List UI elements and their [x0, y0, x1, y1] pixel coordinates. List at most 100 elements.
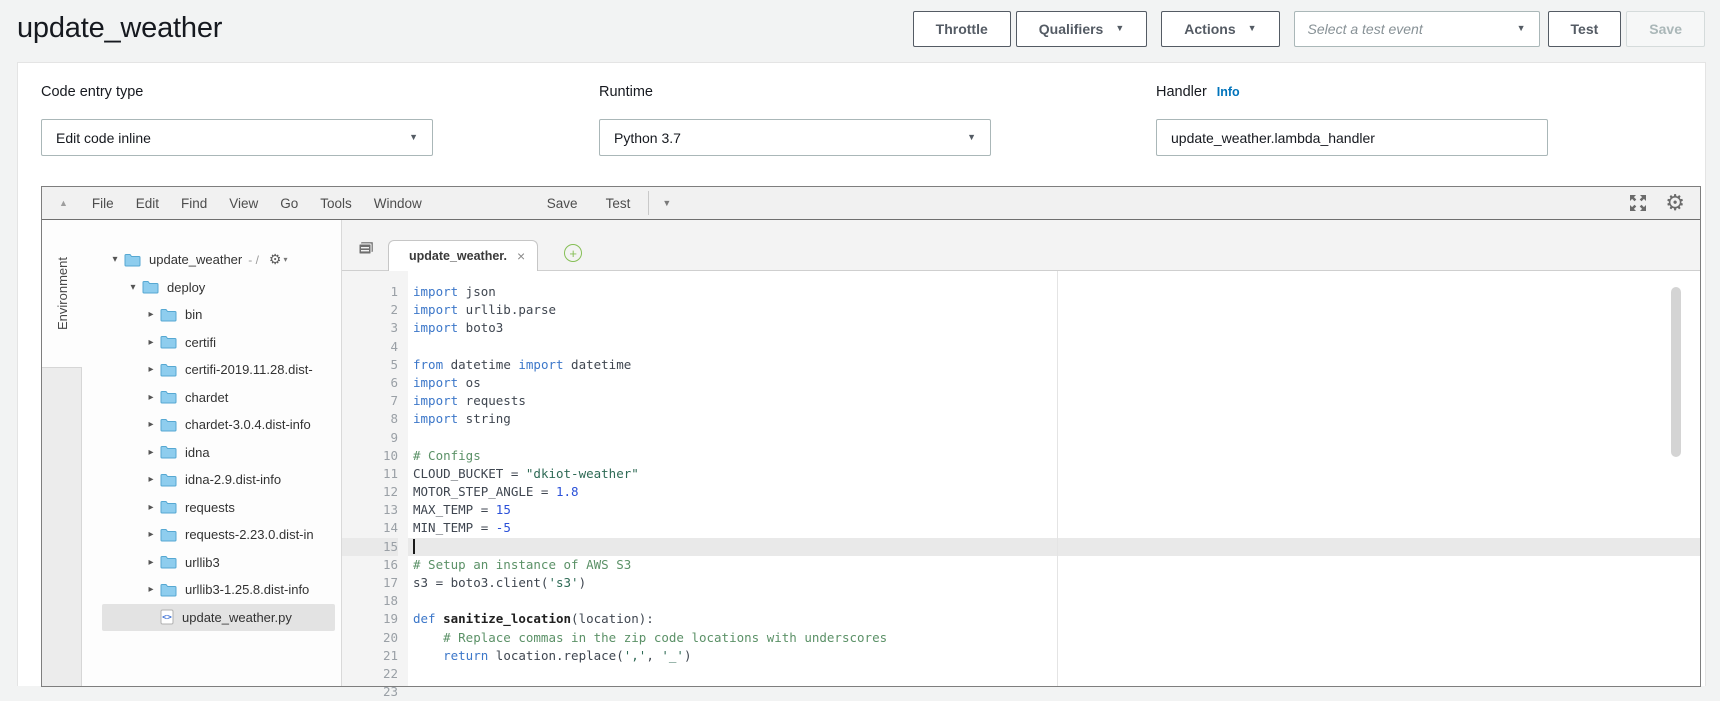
code-line-7[interactable]: import requests [408, 392, 1700, 410]
tree-closed-caret-icon[interactable]: ▸ [144, 584, 158, 595]
menu-edit[interactable]: Edit [125, 196, 170, 211]
tree-closed-caret-icon[interactable]: ▸ [144, 337, 158, 348]
tree-item-deploy[interactable]: ▾ deploy [82, 274, 341, 302]
tree-item-bin[interactable]: ▸bin [82, 301, 341, 329]
tree-open-caret-icon[interactable]: ▾ [108, 254, 122, 265]
line-number: 22 [342, 665, 398, 683]
runtime-select[interactable]: Python 3.7 ▼ [599, 119, 991, 156]
tree-item-update-weather-py[interactable]: <>update_weather.py [102, 604, 335, 632]
code-line-6[interactable]: import os [408, 374, 1700, 392]
handler-input[interactable] [1156, 119, 1548, 156]
collapse-editor-icon[interactable]: ▲ [59, 198, 68, 208]
editor-settings-gear-icon[interactable]: ⚙ [1665, 192, 1685, 214]
tree-closed-caret-icon[interactable]: ▸ [144, 447, 158, 458]
line-number: 3 [342, 319, 398, 337]
tree-closed-caret-icon[interactable]: ▸ [144, 474, 158, 485]
code-line-4[interactable] [408, 338, 1700, 356]
tree-item-certifi-2019-11-28-dist-[interactable]: ▸certifi-2019.11.28.dist- [82, 356, 341, 384]
editor-menubar: ▲ FileEditFindViewGoToolsWindow Save Tes… [42, 187, 1700, 220]
editor-test-menu[interactable]: Test [592, 196, 645, 211]
code-line-18[interactable] [408, 592, 1700, 610]
code-line-10[interactable]: # Configs [408, 447, 1700, 465]
handler-info-link[interactable]: Info [1217, 85, 1240, 99]
code-line-11[interactable]: CLOUD_BUCKET = "dkiot-weather" [408, 465, 1700, 483]
folder-icon [160, 500, 177, 514]
code-line-21[interactable]: return location.replace(',', '_') [408, 647, 1700, 665]
code-entry-type-label: Code entry type [41, 84, 143, 100]
page-title: update_weather [17, 12, 222, 45]
tree-closed-caret-icon[interactable]: ▸ [144, 529, 158, 540]
function-code-card: Code entry type Runtime HandlerInfo Edit… [17, 62, 1706, 686]
tree-item-requests-2-23-0-dist-in[interactable]: ▸requests-2.23.0.dist-in [82, 521, 341, 549]
tree-item-urllib3-1-25-8-dist-info[interactable]: ▸urllib3-1.25.8.dist-info [82, 576, 341, 604]
close-tab-icon[interactable]: × [517, 248, 525, 264]
code-line-5[interactable]: from datetime import datetime [408, 356, 1700, 374]
actions-button[interactable]: Actions▼ [1161, 11, 1279, 47]
tree-item-update-weather[interactable]: ▾update_weather- /⚙▾ [82, 246, 341, 274]
text-cursor [413, 539, 415, 554]
tab-update-weather-py[interactable]: update_weather. × [388, 240, 538, 271]
code-line-13[interactable]: MAX_TEMP = 15 [408, 501, 1700, 519]
tree-item-label: idna [185, 445, 210, 460]
save-button[interactable]: Save [1626, 11, 1705, 47]
tree-closed-caret-icon[interactable]: ▸ [144, 502, 158, 513]
folder-icon [160, 555, 177, 569]
tree-closed-caret-icon[interactable]: ▸ [144, 392, 158, 403]
line-number: 1 [342, 283, 398, 301]
tab-list-icon[interactable] [358, 241, 374, 255]
editor-tabbar: update_weather. × + [342, 220, 1700, 271]
tree-item-idna-2-9-dist-info[interactable]: ▸idna-2.9.dist-info [82, 466, 341, 494]
tree-closed-caret-icon[interactable]: ▸ [144, 309, 158, 320]
code-entry-type-select[interactable]: Edit code inline ▼ [41, 119, 433, 156]
line-number: 5 [342, 356, 398, 374]
code-line-9[interactable] [408, 429, 1700, 447]
code-line-14[interactable]: MIN_TEMP = -5 [408, 519, 1700, 537]
code-line-15[interactable] [408, 538, 1700, 556]
code-line-12[interactable]: MOTOR_STEP_ANGLE = 1.8 [408, 483, 1700, 501]
code-line-2[interactable]: import urllib.parse [408, 301, 1700, 319]
tree-closed-caret-icon[interactable]: ▸ [144, 557, 158, 568]
code-line-19[interactable]: def sanitize_location(location): [408, 610, 1700, 628]
menu-find[interactable]: Find [170, 196, 218, 211]
tree-closed-caret-icon[interactable]: ▸ [144, 364, 158, 375]
tree-item-certifi[interactable]: ▸certifi [82, 329, 341, 357]
tree-item-chardet-3-0-4-dist-info[interactable]: ▸chardet-3.0.4.dist-info [82, 411, 341, 439]
chevron-down-icon: ▼ [1248, 24, 1257, 33]
test-button[interactable]: Test [1548, 11, 1622, 47]
code-line-17[interactable]: s3 = boto3.client('s3') [408, 574, 1700, 592]
code-line-16[interactable]: # Setup an instance of AWS S3 [408, 556, 1700, 574]
fullscreen-icon[interactable] [1628, 193, 1648, 213]
menu-file[interactable]: File [81, 196, 125, 211]
throttle-button[interactable]: Throttle [913, 11, 1011, 47]
qualifiers-button[interactable]: Qualifiers▼ [1016, 11, 1148, 47]
menu-tools[interactable]: Tools [309, 196, 363, 211]
tree-settings-gear-icon[interactable]: ⚙▾ [269, 251, 288, 268]
environment-strip: Environment [42, 220, 82, 686]
tree-open-caret-icon[interactable]: ▾ [126, 282, 140, 293]
test-event-select[interactable]: Select a test event ▼ [1294, 11, 1540, 47]
environment-tab[interactable]: Environment [42, 220, 82, 368]
code-line-20[interactable]: # Replace commas in the zip code locatio… [408, 629, 1700, 647]
editor-body: Environment ▾update_weather- /⚙▾▾deploy▸… [42, 220, 1700, 686]
line-number: 20 [342, 629, 398, 647]
code-area[interactable]: 1234567891011121314151617181920212223 im… [342, 271, 1700, 686]
new-tab-plus-icon[interactable]: + [564, 244, 582, 262]
code-editor: ▲ FileEditFindViewGoToolsWindow Save Tes… [41, 186, 1701, 687]
tree-closed-caret-icon[interactable]: ▸ [144, 419, 158, 430]
code-line-1[interactable]: import json [408, 283, 1700, 301]
code-line-22[interactable] [408, 665, 1700, 683]
tree-item-chardet[interactable]: ▸chardet [82, 384, 341, 412]
code-line-3[interactable]: import boto3 [408, 319, 1700, 337]
chevron-down-icon[interactable]: ▼ [649, 198, 684, 208]
tree-item-idna[interactable]: ▸ idna [82, 439, 341, 467]
menu-window[interactable]: Window [363, 196, 433, 211]
menu-go[interactable]: Go [269, 196, 309, 211]
editor-save-menu[interactable]: Save [533, 196, 592, 211]
menu-view[interactable]: View [218, 196, 269, 211]
tree-item-label: deploy [167, 280, 205, 295]
tree-item-label: update_weather.py [182, 610, 292, 625]
vertical-scrollbar[interactable] [1671, 287, 1681, 457]
tree-item-urllib3[interactable]: ▸urllib3 [82, 549, 341, 577]
code-line-8[interactable]: import string [408, 410, 1700, 428]
tree-item-requests[interactable]: ▸requests [82, 494, 341, 522]
